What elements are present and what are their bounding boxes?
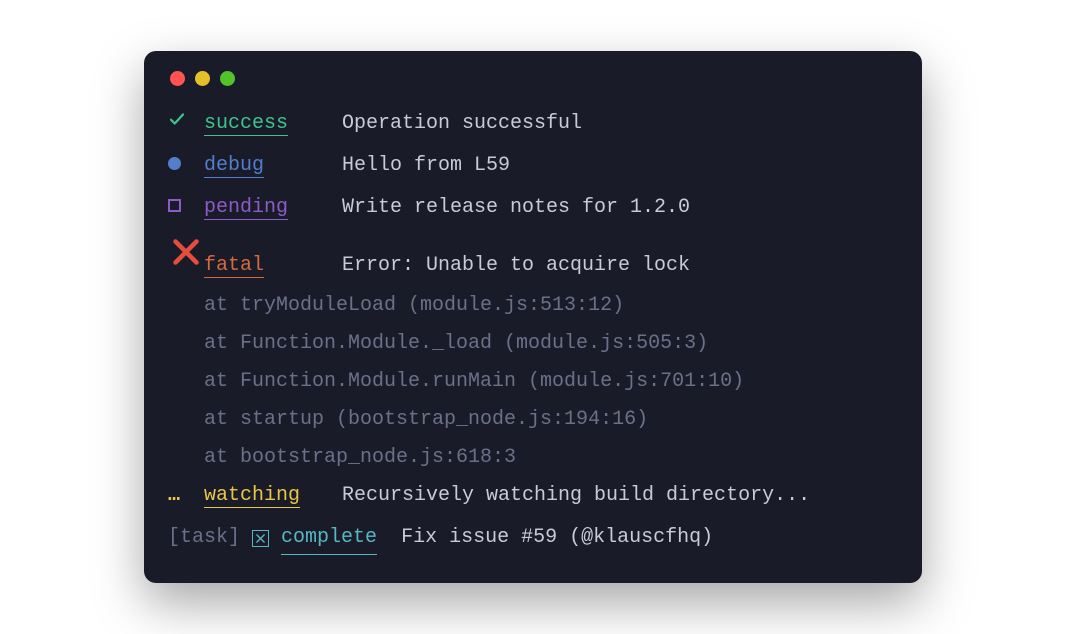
badge-watching: watching — [204, 484, 300, 508]
square-icon — [168, 199, 204, 212]
trace-line: at Function.Module.runMain (module.js:70… — [204, 366, 898, 398]
badge-complete: complete — [281, 522, 377, 555]
log-line-watching: … watching Recursively watching build di… — [168, 480, 898, 512]
badge-debug: debug — [204, 154, 264, 178]
x-icon — [168, 234, 204, 270]
ellipsis-icon: … — [168, 480, 204, 512]
task-message: Fix issue #59 (@klauscfhq) — [401, 522, 713, 554]
window-titlebar — [170, 71, 898, 86]
log-message: Error: Unable to acquire lock — [342, 250, 690, 282]
maximize-button[interactable] — [220, 71, 235, 86]
dot-icon — [168, 155, 204, 170]
log-line-success: success Operation successful — [168, 108, 898, 140]
log-line-pending: pending Write release notes for 1.2.0 — [168, 192, 898, 224]
terminal-window: success Operation successful debug Hello… — [144, 51, 922, 583]
check-icon — [168, 110, 204, 128]
trace-line: at startup (bootstrap_node.js:194:16) — [204, 404, 898, 436]
checkbox-checked-icon — [252, 530, 269, 547]
log-message: Operation successful — [342, 108, 582, 140]
trace-line: at bootstrap_node.js:618:3 — [204, 442, 898, 474]
log-line-debug: debug Hello from L59 — [168, 150, 898, 182]
badge-pending: pending — [204, 196, 288, 220]
minimize-button[interactable] — [195, 71, 210, 86]
close-button[interactable] — [170, 71, 185, 86]
task-prefix: [task] — [168, 522, 240, 554]
trace-line: at tryModuleLoad (module.js:513:12) — [204, 290, 898, 322]
log-line-task: [task] complete Fix issue #59 (@klauscfh… — [168, 522, 898, 555]
log-line-fatal: fatal Error: Unable to acquire lock — [168, 234, 898, 282]
log-message: Hello from L59 — [342, 150, 510, 182]
stack-trace: at tryModuleLoad (module.js:513:12) at F… — [168, 290, 898, 474]
trace-line: at Function.Module._load (module.js:505:… — [204, 328, 898, 360]
log-message: Write release notes for 1.2.0 — [342, 192, 690, 224]
log-message: Recursively watching build directory... — [342, 480, 810, 512]
badge-success: success — [204, 112, 288, 136]
badge-fatal: fatal — [204, 254, 264, 278]
